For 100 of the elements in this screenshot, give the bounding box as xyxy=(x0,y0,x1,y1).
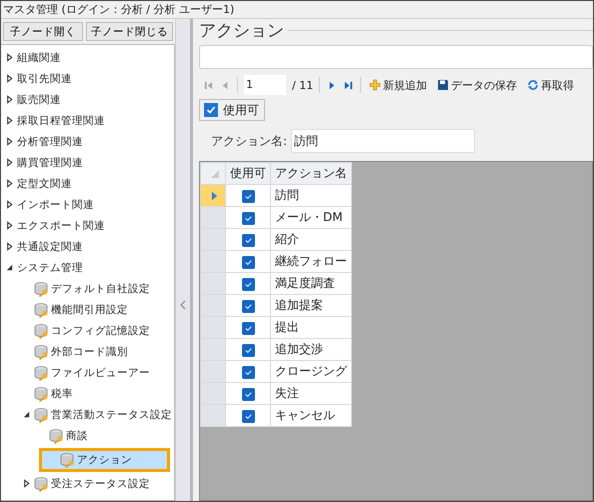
tree-item[interactable]: 採取日程管理関連 xyxy=(1,110,174,131)
expand-arrow-icon[interactable] xyxy=(5,53,14,62)
tree-item[interactable]: デフォルト自社設定 xyxy=(1,278,174,299)
tree-item[interactable]: 分析管理関連 xyxy=(1,131,174,152)
database-key-icon xyxy=(34,386,50,402)
tree-item[interactable]: 機能間引用設定 xyxy=(1,299,174,320)
tree-item-label: アクション xyxy=(77,453,132,467)
tree-item-label: 共通設定関連 xyxy=(17,240,83,254)
column-header[interactable]: 使用可 xyxy=(226,162,270,184)
expand-arrow-icon[interactable] xyxy=(5,137,14,146)
database-key-icon xyxy=(34,302,50,318)
tree-item[interactable]: システム管理 xyxy=(1,257,174,278)
save-button[interactable]: データの保存 xyxy=(435,78,520,92)
table-cell: 提出 xyxy=(270,316,352,338)
tree-item[interactable]: 商談 xyxy=(1,425,174,446)
database-key-icon xyxy=(34,406,50,422)
enabled-checkbox[interactable] xyxy=(242,212,254,225)
window-title: マスタ管理 (ログイン：分析 / 分析 ユーザー1) xyxy=(3,3,234,16)
database-key-icon xyxy=(49,428,65,444)
tree-toolbar-button[interactable]: 子ノード開く xyxy=(3,22,83,41)
tree-item[interactable]: 税率 xyxy=(1,383,174,404)
enabled-checkbox[interactable] xyxy=(242,322,254,335)
tree-item[interactable]: 営業活動ステータス設定 xyxy=(1,404,174,425)
enabled-checkbox[interactable] xyxy=(242,344,254,357)
tree-item[interactable]: コンフィグ記憶設定 xyxy=(1,320,174,341)
tree-item-label: インポート関連 xyxy=(17,198,94,212)
current-row-icon xyxy=(211,190,218,200)
expand-arrow-icon[interactable] xyxy=(5,200,14,209)
table-cell: 失注 xyxy=(270,382,352,404)
enabled-checkbox[interactable] xyxy=(242,190,254,203)
tree-item[interactable]: 販売関連 xyxy=(1,89,174,110)
tree-item-label: 分析管理関連 xyxy=(17,134,83,148)
refresh-icon xyxy=(527,78,540,90)
expand-arrow-icon[interactable] xyxy=(5,74,14,83)
database-key-icon xyxy=(34,364,50,380)
expand-arrow-icon[interactable] xyxy=(5,95,14,104)
last-page-icon[interactable] xyxy=(343,80,354,90)
tree-item[interactable]: 受注ステータス設定 xyxy=(1,473,174,494)
action-name-field[interactable]: 訪問 xyxy=(291,129,476,153)
expand-arrow-icon[interactable] xyxy=(22,479,31,488)
expand-arrow-icon[interactable] xyxy=(5,242,14,251)
row-header[interactable] xyxy=(200,184,226,206)
enabled-checkbox[interactable]: 使用可 xyxy=(199,99,265,121)
input-field[interactable] xyxy=(199,45,593,69)
tree-item-label: ファイルビューアー xyxy=(51,366,150,380)
tree-item-label: デフォルト自社設定 xyxy=(51,282,150,296)
database-key-icon xyxy=(34,322,50,338)
tree-item-label: エクスポート関連 xyxy=(17,218,105,232)
table-cell: 満足度調査 xyxy=(270,272,352,294)
expand-arrow-icon[interactable] xyxy=(5,221,14,230)
position-field[interactable]: 1 xyxy=(244,75,286,95)
database-key-icon xyxy=(60,452,76,468)
tree-item-label: システム管理 xyxy=(17,260,83,274)
tree-item-label: 機能間引用設定 xyxy=(51,302,128,316)
tree-item-label: 定型文関連 xyxy=(17,176,72,190)
table-cell: メール・DM xyxy=(270,206,352,228)
table-cell: キャンセル xyxy=(270,404,352,426)
tree-item[interactable]: インポート関連 xyxy=(1,194,174,215)
tree-item[interactable]: 外部コード識別 xyxy=(1,341,174,362)
collapse-arrow-icon[interactable] xyxy=(5,263,14,272)
tree-item-label: コンフィグ記憶設定 xyxy=(51,324,150,338)
tree-item[interactable]: 取引先関連 xyxy=(1,68,174,89)
table-cell: 追加提案 xyxy=(270,294,352,316)
refresh-button[interactable]: 再取得 xyxy=(525,78,576,92)
column-header[interactable]: アクション名 xyxy=(270,162,352,184)
tree-item[interactable]: 定型文関連 xyxy=(1,173,174,194)
enabled-checkbox[interactable] xyxy=(242,256,254,269)
collapse-arrow-icon[interactable] xyxy=(22,410,31,419)
tree-item[interactable]: エクスポート関連 xyxy=(1,215,174,236)
enabled-checkbox[interactable] xyxy=(242,278,254,291)
enabled-checkbox[interactable] xyxy=(242,300,254,313)
tree-item-label: 税率 xyxy=(51,386,73,400)
table-cell: 紹介 xyxy=(270,228,352,250)
table-cell: クロージング xyxy=(270,360,352,382)
tree-item[interactable]: ファイルビューアー xyxy=(1,362,174,383)
table-cell: 継続フォロー xyxy=(270,250,352,272)
tree-item[interactable]: 組織関連 xyxy=(1,47,174,68)
enabled-checkbox[interactable] xyxy=(242,366,254,379)
add-new-button[interactable]: 新規追加 xyxy=(367,78,430,92)
tree-item-label: 営業活動ステータス設定 xyxy=(51,408,172,422)
expand-arrow-icon[interactable] xyxy=(5,158,14,167)
tree-item[interactable]: 購買管理関連 xyxy=(1,152,174,173)
enabled-checkbox[interactable] xyxy=(242,234,254,247)
action-name-label: アクション名: xyxy=(211,132,288,150)
record-count: / 11 xyxy=(292,78,314,92)
expand-arrow-icon[interactable] xyxy=(5,116,14,125)
enabled-checkbox[interactable] xyxy=(242,388,254,401)
check-icon xyxy=(205,104,217,116)
enabled-checkbox[interactable] xyxy=(242,410,254,423)
table-cell: 追加交渉 xyxy=(270,338,352,360)
database-key-icon xyxy=(34,280,50,296)
table-cell: 訪問 xyxy=(270,184,352,206)
tree-item-label: 取引先関連 xyxy=(17,72,72,86)
tree-item[interactable]: 共通設定関連 xyxy=(1,236,174,257)
expand-arrow-icon[interactable] xyxy=(5,179,14,188)
database-key-icon xyxy=(34,344,50,360)
database-key-icon xyxy=(34,476,50,492)
tree-item[interactable]: アクション xyxy=(39,448,170,472)
tree-toolbar-button[interactable]: 子ノード閉じる xyxy=(86,22,173,41)
tree-item-label: 採取日程管理関連 xyxy=(17,114,105,128)
